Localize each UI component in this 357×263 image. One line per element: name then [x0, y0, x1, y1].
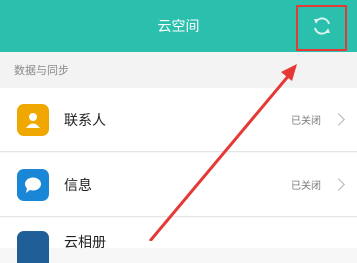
list-item-messages[interactable]: 信息 已关闭 — [0, 153, 357, 217]
album-icon — [17, 231, 49, 263]
list-item-label: 联系人 — [64, 112, 106, 129]
contacts-icon — [17, 103, 49, 136]
section-header: 数据与同步 — [0, 52, 357, 88]
refresh-button[interactable] — [296, 5, 347, 51]
top-bar: 云空间 — [0, 0, 357, 52]
refresh-icon — [311, 15, 333, 41]
list-item-label: 云相册 — [64, 235, 106, 251]
message-icon — [17, 168, 49, 201]
status-text: 已关闭 — [291, 116, 321, 127]
chevron-right-icon — [332, 178, 345, 191]
section-title: 数据与同步 — [14, 64, 69, 77]
chevron-right-icon — [332, 113, 345, 126]
list-item-contacts[interactable]: 联系人 已关闭 — [0, 88, 357, 152]
page-title: 云空间 — [157, 19, 200, 35]
status-text: 已关闭 — [291, 181, 321, 192]
list-item-album[interactable]: 云相册 — [0, 218, 357, 263]
list-item-label: 信息 — [64, 177, 92, 194]
